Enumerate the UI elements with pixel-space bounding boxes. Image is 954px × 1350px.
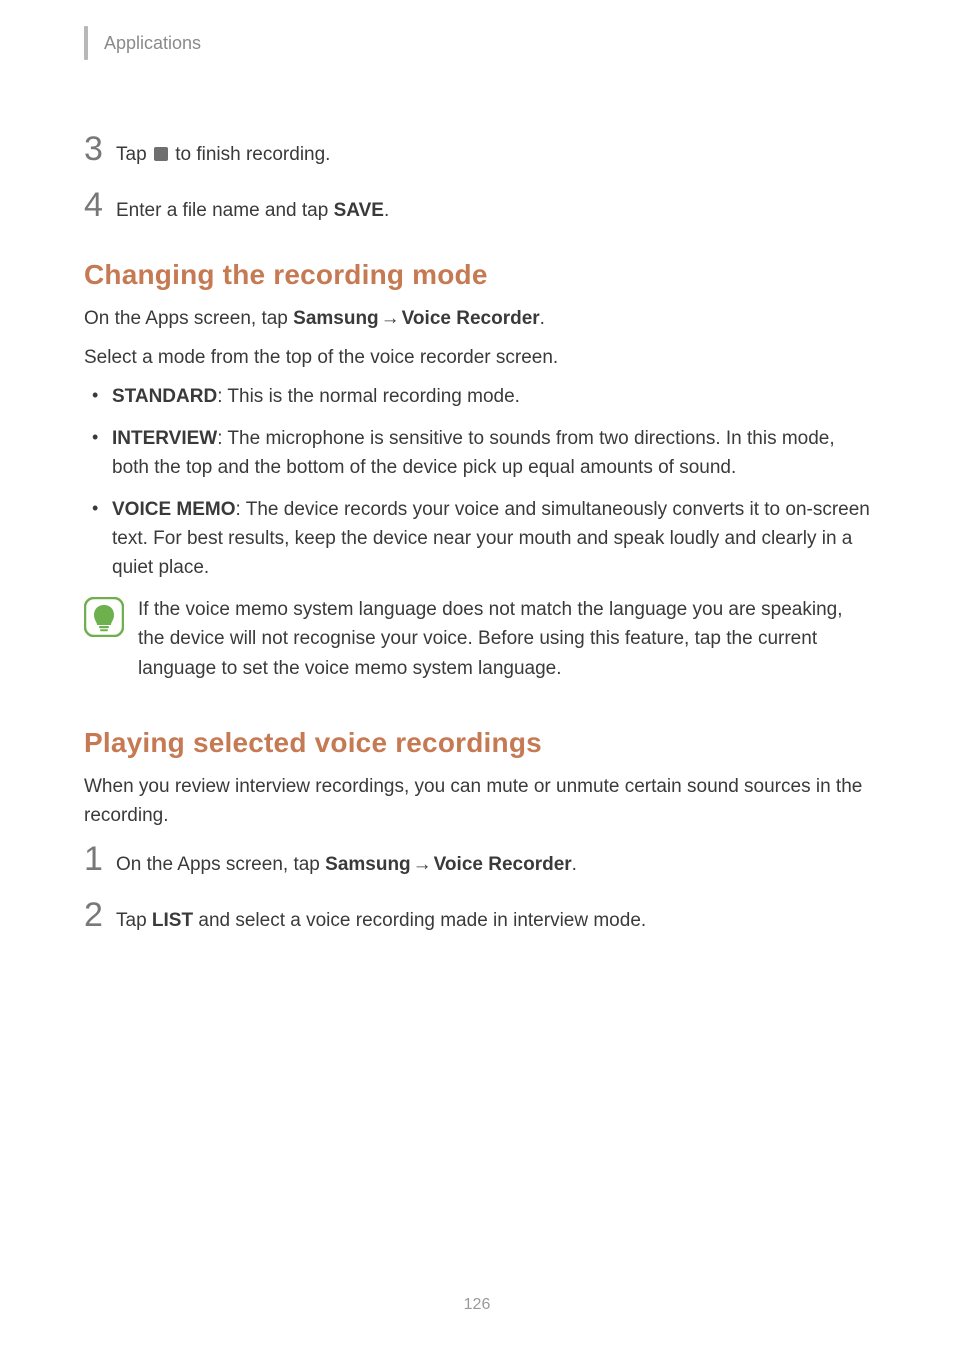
text-span: Enter a file name and tap <box>116 200 334 221</box>
text-bold: LIST <box>152 910 193 931</box>
step-number: 1 <box>84 842 116 876</box>
text-bold: Voice Recorder <box>402 308 540 329</box>
page: Applications 3 Tap to finish recording. … <box>0 0 954 1350</box>
text-span: On the Apps screen, tap <box>84 308 293 329</box>
step-text: Enter a file name and tap SAVE. <box>116 190 389 224</box>
step-text: Tap LIST and select a voice recording ma… <box>116 900 646 934</box>
text-span: . <box>540 308 545 329</box>
step-row: 1 On the Apps screen, tap Samsung → Voic… <box>84 842 874 878</box>
step-row: 3 Tap to finish recording. <box>84 132 874 168</box>
text-bold: Voice Recorder <box>434 854 572 875</box>
body-text: Select a mode from the top of the voice … <box>84 344 874 373</box>
note: If the voice memo system language does n… <box>84 595 874 683</box>
section-heading: Changing the recording mode <box>84 259 874 291</box>
text-bold: SAVE <box>334 200 384 221</box>
stop-icon <box>154 147 168 161</box>
header-rule <box>84 26 88 60</box>
list-item: INTERVIEW: The microphone is sensitive t… <box>112 424 874 483</box>
text-span: . <box>384 200 389 221</box>
step-row: 4 Enter a file name and tap SAVE. <box>84 188 874 224</box>
breadcrumb: Applications <box>104 33 201 54</box>
arrow-icon: → <box>413 852 432 878</box>
text-bold: VOICE MEMO <box>112 499 236 520</box>
text-span: On the Apps screen, tap <box>116 854 325 875</box>
text-bold: Samsung <box>293 308 379 329</box>
body-text: When you review interview recordings, yo… <box>84 773 874 830</box>
arrow-icon: → <box>381 305 400 334</box>
header: Applications <box>84 26 874 60</box>
step-number: 2 <box>84 898 116 932</box>
text-bold: INTERVIEW <box>112 428 217 449</box>
text-span: Tap <box>116 910 152 931</box>
text-span: Tap <box>116 144 152 165</box>
step-row: 2 Tap LIST and select a voice recording … <box>84 898 874 934</box>
text-span: and select a voice recording made in int… <box>193 910 646 931</box>
list-item: STANDARD: This is the normal recording m… <box>112 382 874 411</box>
step-text: On the Apps screen, tap Samsung → Voice … <box>116 844 577 878</box>
note-icon <box>84 597 124 642</box>
step-number: 3 <box>84 132 116 166</box>
step-text: Tap to finish recording. <box>116 134 330 168</box>
page-number: 126 <box>0 1296 954 1314</box>
bullet-list: STANDARD: This is the normal recording m… <box>84 382 874 583</box>
body-text: On the Apps screen, tap Samsung → Voice … <box>84 305 874 334</box>
text-bold: Samsung <box>325 854 411 875</box>
text-span: . <box>572 854 577 875</box>
note-text: If the voice memo system language does n… <box>138 595 874 683</box>
section-heading: Playing selected voice recordings <box>84 727 874 759</box>
step-number: 4 <box>84 188 116 222</box>
list-item: VOICE MEMO: The device records your voic… <box>112 495 874 583</box>
text-span: to finish recording. <box>170 144 331 165</box>
text-span: : This is the normal recording mode. <box>217 386 520 407</box>
text-span: : The microphone is sensitive to sounds … <box>112 428 835 478</box>
text-bold: STANDARD <box>112 386 217 407</box>
